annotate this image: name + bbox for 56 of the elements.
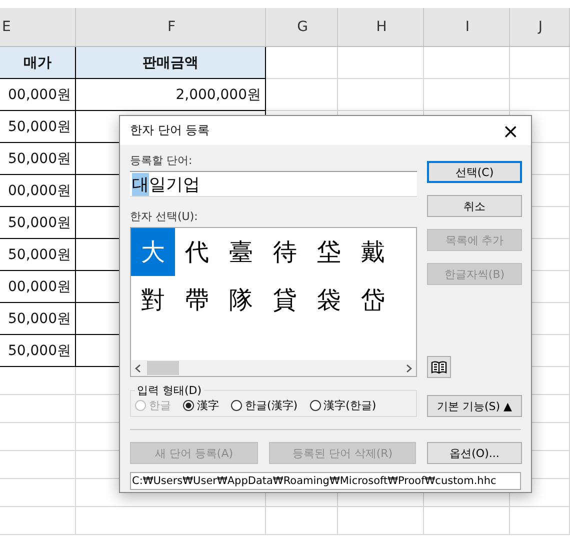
hanja-item[interactable]: 代: [175, 228, 219, 276]
column-header[interactable]: I: [424, 8, 510, 46]
group-label: 입력 형태(D): [136, 383, 203, 398]
radio-option[interactable]: 한글(漢字): [231, 398, 298, 413]
close-button[interactable]: ×: [500, 120, 521, 140]
side-button[interactable]: 취소: [427, 195, 522, 217]
table-cell: 2,000,000원: [76, 79, 266, 111]
field-label: 등록할 단어:: [130, 153, 194, 168]
side-button[interactable]: 선택(C): [427, 161, 522, 183]
empty-cell: [266, 507, 338, 535]
horizontal-scrollbar[interactable]: [131, 360, 416, 376]
hanja-item[interactable]: 貸: [263, 276, 307, 324]
dictionary-button[interactable]: [427, 356, 451, 378]
column-header[interactable]: J: [510, 8, 570, 46]
path-field: C:₩Users₩User₩AppData₩Roaming₩Microsoft₩Proof₩custom.hhc: [130, 472, 521, 490]
column-header[interactable]: H: [338, 8, 424, 46]
table-header-cell: 매가: [0, 47, 76, 79]
table-cell: 00,000원: [0, 79, 76, 111]
table-cell: 50,000원: [0, 207, 76, 239]
radio-circle[interactable]: [310, 400, 321, 411]
input-field[interactable]: 대 일기업: [130, 171, 417, 197]
empty-cell: [266, 79, 338, 111]
scroll-thumb[interactable]: [147, 361, 179, 375]
hanja-item[interactable]: 大: [131, 228, 175, 276]
radio-circle[interactable]: [231, 400, 242, 411]
table-cell: 50,000원: [0, 335, 76, 367]
radio-circle[interactable]: [183, 400, 194, 411]
hanja-item[interactable]: 待: [263, 228, 307, 276]
hanja-item[interactable]: 對: [131, 276, 175, 324]
table-cell: 50,000원: [0, 111, 76, 143]
table-cell: 00,000원: [0, 175, 76, 207]
radio-option[interactable]: 漢字(한글): [310, 398, 376, 413]
table-header-cell: 판매금액: [76, 47, 266, 79]
hanja-item[interactable]: 臺: [219, 228, 263, 276]
column-header[interactable]: F: [76, 8, 266, 46]
hanja-item[interactable]: 戴: [351, 228, 395, 276]
basic-function-button[interactable]: 기본 기능(S) ▲: [427, 395, 522, 417]
hanja-item[interactable]: 袋: [307, 276, 351, 324]
book-icon: [431, 360, 447, 374]
hanja-item[interactable]: 岱: [351, 276, 395, 324]
table-cell: 50,000원: [0, 303, 76, 335]
column-header[interactable]: G: [266, 8, 338, 46]
empty-cell: [510, 507, 570, 535]
table-cell: 50,000원: [0, 143, 76, 175]
window-title: 한자 단어 등록: [130, 122, 210, 139]
action-button[interactable]: 옵션(O)...: [427, 442, 522, 464]
radio-option[interactable]: 漢字: [183, 398, 219, 413]
table-cell: 50,000원: [0, 239, 76, 271]
empty-cell: [510, 79, 570, 111]
column-header[interactable]: E: [0, 8, 76, 46]
hanja-item[interactable]: 帶: [175, 276, 219, 324]
field-label: 한자 선택(U):: [130, 209, 199, 224]
table-cell: 00,000원: [0, 271, 76, 303]
hanja-item[interactable]: 垈: [307, 228, 351, 276]
hanja-item[interactable]: 隊: [219, 276, 263, 324]
empty-cell: [510, 47, 570, 79]
